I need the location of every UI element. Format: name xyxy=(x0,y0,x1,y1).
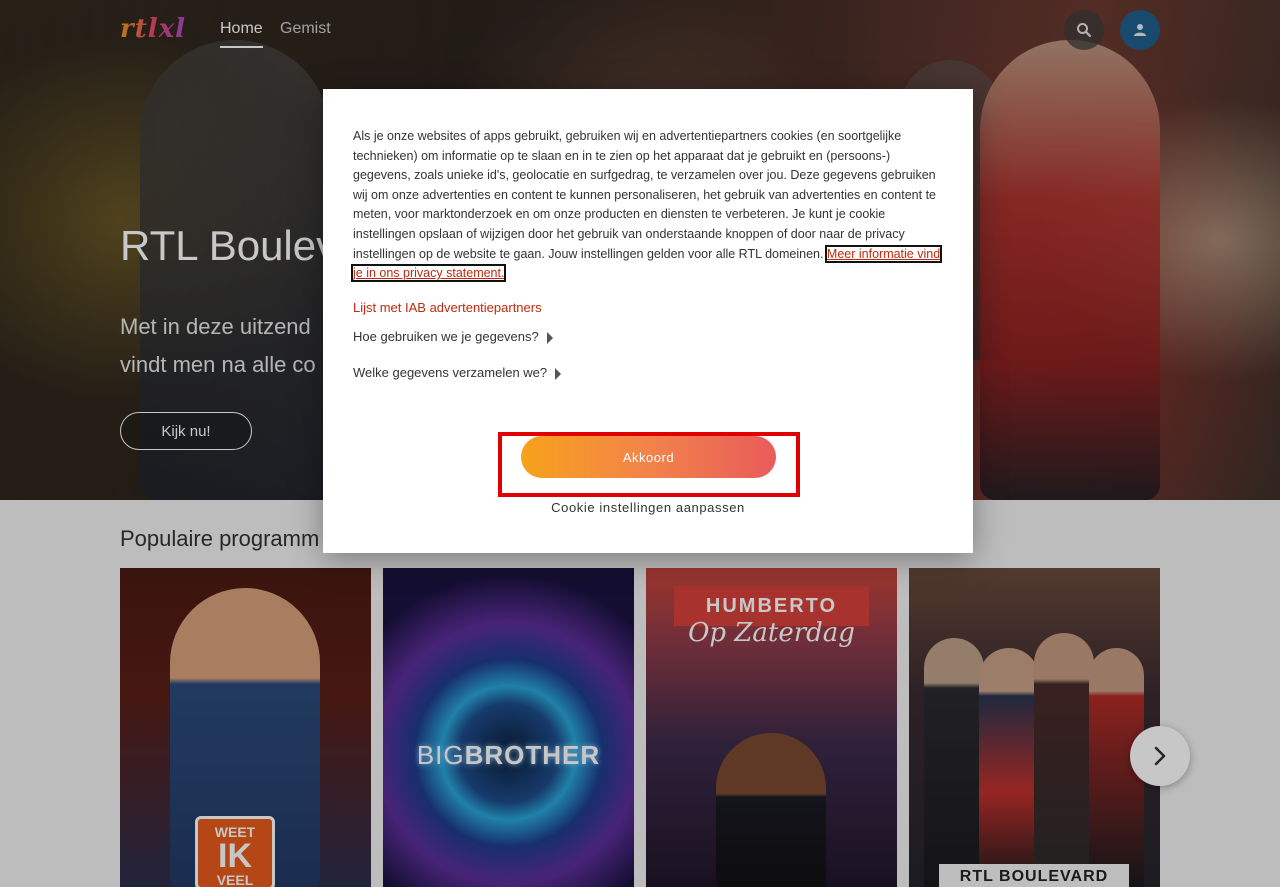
expander-label: Hoe gebruiken we je gegevens? xyxy=(353,329,539,344)
accept-button[interactable]: Akkoord xyxy=(521,436,776,478)
caret-right-icon xyxy=(555,368,562,380)
cookie-consent-dialog: Als je onze websites of apps gebruikt, g… xyxy=(323,89,973,553)
what-data-we-collect-expander[interactable]: Welke gegevens verzamelen we? xyxy=(353,365,562,380)
caret-right-icon xyxy=(546,332,553,344)
cookie-settings-link[interactable]: Cookie instellingen aanpassen xyxy=(323,500,973,515)
how-we-use-data-expander[interactable]: Hoe gebruiken we je gegevens? xyxy=(353,329,553,344)
cookie-consent-text: Als je onze websites of apps gebruikt, g… xyxy=(350,127,945,284)
iab-partners-link[interactable]: Lijst met IAB advertentiepartners xyxy=(353,300,542,315)
expander-label: Welke gegevens verzamelen we? xyxy=(353,365,548,380)
cookie-consent-body: Als je onze websites of apps gebruikt, g… xyxy=(353,129,937,261)
